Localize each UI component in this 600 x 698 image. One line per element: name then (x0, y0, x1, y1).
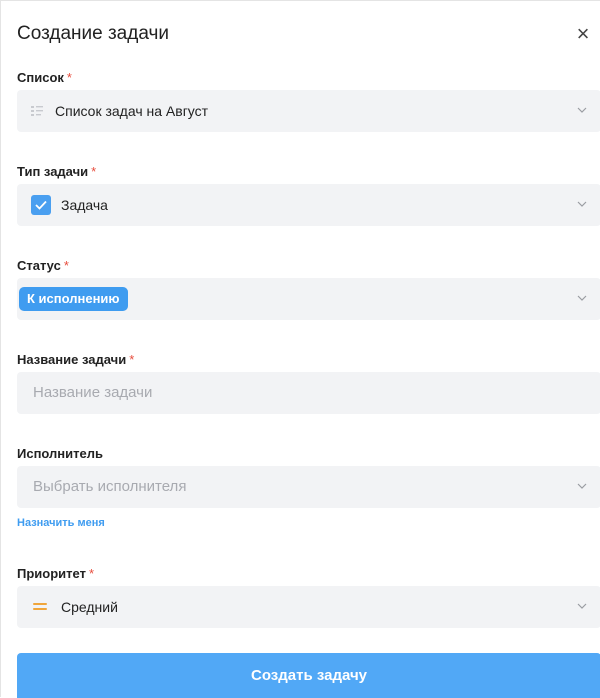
chevron-down-icon (575, 103, 589, 117)
assignee-select[interactable]: Выбрать исполнителя (17, 466, 600, 508)
chevron-down-icon (575, 599, 589, 613)
list-select[interactable]: Список задач на Август (17, 90, 600, 132)
create-task-button[interactable]: Создать задачу (17, 653, 600, 698)
task-name-label: Название задачи * (17, 352, 135, 367)
list-label: Список * (17, 70, 72, 85)
task-name-placeholder: Название задачи (33, 384, 153, 401)
list-value: Список задач на Август (55, 103, 209, 119)
status-label: Статус * (17, 258, 69, 273)
task-name-field: Название задачи * Название задачи (17, 351, 600, 414)
create-task-dialog: Создание задачи × Список * Список задач н… (0, 0, 600, 698)
chevron-down-icon (575, 291, 589, 305)
task-name-input[interactable]: Название задачи (17, 372, 600, 414)
chevron-down-icon (575, 479, 589, 493)
priority-label: Приоритет * (17, 566, 95, 581)
list-icon (31, 104, 43, 122)
status-badge: К исполнению (19, 287, 128, 311)
close-icon[interactable]: × (570, 21, 596, 47)
status-field: Статус * К исполнению (17, 257, 600, 320)
task-type-value: Задача (61, 197, 108, 213)
priority-medium-icon (33, 603, 47, 611)
assignee-placeholder: Выбрать исполнителя (33, 478, 187, 495)
task-type-select[interactable]: Задача (17, 184, 600, 226)
task-type-field: Тип задачи * Задача (17, 163, 600, 226)
assignee-label: Исполнитель (17, 446, 103, 461)
status-select[interactable]: К исполнению (17, 278, 600, 320)
priority-field: Приоритет * Средний (17, 565, 600, 628)
assignee-field: Исполнитель Выбрать исполнителя (17, 445, 600, 508)
priority-select[interactable]: Средний (17, 586, 600, 628)
assign-me-link[interactable]: Назначить меня (17, 517, 105, 529)
dialog-title: Создание задачи (17, 23, 169, 44)
list-field: Список * Список задач на Август (17, 69, 600, 132)
priority-value: Средний (61, 599, 118, 615)
checkbox-icon (31, 195, 51, 215)
task-type-label: Тип задачи * (17, 164, 97, 179)
chevron-down-icon (575, 197, 589, 211)
dialog-header: Создание задачи × (17, 19, 600, 49)
